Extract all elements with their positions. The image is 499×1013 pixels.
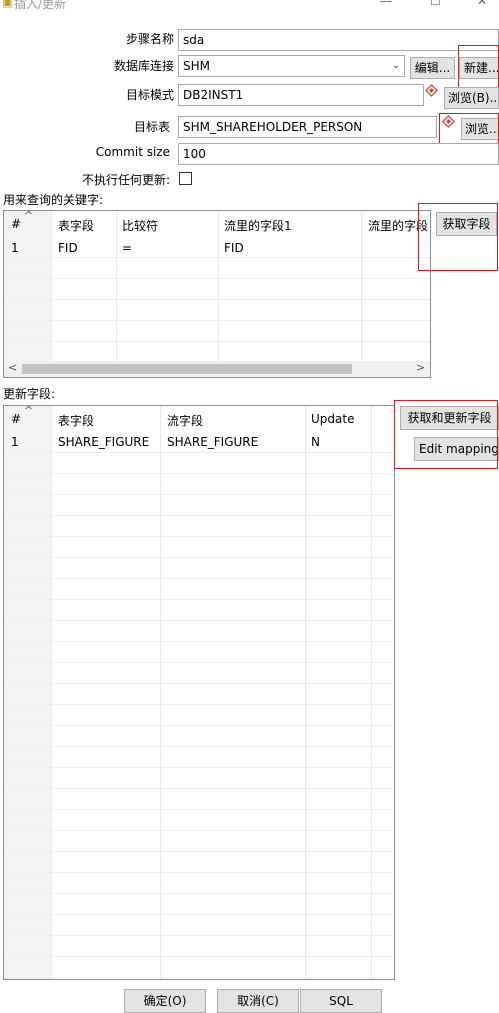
row-separator xyxy=(4,557,394,558)
row-separator xyxy=(4,914,394,915)
row-separator xyxy=(4,956,394,957)
variable-icon xyxy=(442,115,455,128)
no-update-checkbox[interactable] xyxy=(179,172,192,185)
row-separator xyxy=(4,452,394,453)
maximize-icon[interactable]: ☐ xyxy=(430,0,441,8)
row-separator xyxy=(4,725,394,726)
update-col-stream-field[interactable]: 流字段 xyxy=(167,412,203,429)
scrollbar-thumb[interactable] xyxy=(22,364,352,374)
get-fields-button[interactable]: 获取字段 xyxy=(436,212,497,236)
row-separator xyxy=(4,893,394,894)
row-separator xyxy=(4,578,394,579)
row-separator xyxy=(4,851,394,852)
update-section-label: 更新字段: xyxy=(3,387,56,401)
update-cell-stream-field[interactable]: SHARE_FIGURE xyxy=(167,435,258,449)
row-separator xyxy=(4,620,394,621)
row-separator xyxy=(4,872,394,873)
scroll-right-icon[interactable]: > xyxy=(416,361,425,374)
key-fields-table[interactable]: ^ # 表字段 比较符 流里的字段1 流里的字段 1 FID = FID < > xyxy=(3,210,431,378)
step-name-label: 步骤名称 xyxy=(125,32,174,46)
db-connection-value: SHM xyxy=(183,59,210,73)
sort-icon[interactable]: ^ xyxy=(24,406,33,417)
key-col-stream-field1[interactable]: 流里的字段1 xyxy=(224,217,292,234)
row-separator xyxy=(4,704,394,705)
target-table-input[interactable]: SHM_SHAREHOLDER_PERSON xyxy=(178,116,437,138)
key-col-stream-field2[interactable]: 流里的字段 xyxy=(368,217,428,234)
scroll-left-icon[interactable]: < xyxy=(8,361,17,374)
edit-connection-button[interactable]: 编辑... xyxy=(410,57,455,79)
row-separator xyxy=(4,830,394,831)
step-name-input[interactable]: sda xyxy=(178,29,499,51)
target-schema-input[interactable]: DB2INST1 xyxy=(178,84,424,106)
update-col-update[interactable]: Update xyxy=(311,412,354,426)
db-connection-label: 数据库连接 xyxy=(113,59,174,73)
update-col-table-field[interactable]: 表字段 xyxy=(58,412,94,429)
update-col-num[interactable]: # xyxy=(11,412,21,426)
row-separator xyxy=(4,977,394,978)
browse-table-button[interactable]: 浏览... xyxy=(461,118,499,140)
target-schema-label: 目标模式 xyxy=(125,88,174,102)
row-separator xyxy=(4,935,394,936)
chevron-down-icon[interactable]: ⌄ xyxy=(392,56,400,76)
commit-size-label: Commit size xyxy=(95,145,170,159)
new-connection-button[interactable]: 新建... xyxy=(459,57,499,79)
edit-mapping-button[interactable]: Edit mapping xyxy=(414,437,499,461)
key-cell-num: 1 xyxy=(11,241,19,255)
key-cell-table-field[interactable]: FID xyxy=(58,241,78,255)
no-update-label: 不执行任何更新: xyxy=(81,173,170,187)
sort-icon[interactable]: ^ xyxy=(24,211,33,222)
row-separator xyxy=(4,641,394,642)
key-cell-stream-field1[interactable]: FID xyxy=(224,241,244,255)
key-cell-comparator[interactable]: = xyxy=(122,241,132,255)
browse-schema-button[interactable]: 浏览(B)... xyxy=(444,87,499,109)
commit-size-input[interactable]: 100 xyxy=(178,143,499,165)
get-update-fields-button[interactable]: 获取和更新字段 xyxy=(400,406,499,430)
cancel-button[interactable]: 取消(C) xyxy=(217,989,299,1013)
row-separator xyxy=(4,599,394,600)
row-header-column xyxy=(4,211,51,361)
update-fields-table[interactable]: ^ # 表字段 流字段 Update 1 SHARE_FIGURE SHARE_… xyxy=(3,405,395,980)
app-icon: ▣ xyxy=(2,0,14,9)
target-table-label: 目标表 xyxy=(133,120,170,134)
key-section-label: 用来查询的关键字: xyxy=(3,193,104,207)
update-cell-table-field[interactable]: SHARE_FIGURE xyxy=(58,435,149,449)
key-col-comparator[interactable]: 比较符 xyxy=(122,217,158,234)
horizontal-scrollbar[interactable]: < > xyxy=(4,361,430,377)
row-separator xyxy=(4,767,394,768)
key-col-num[interactable]: # xyxy=(11,217,21,231)
row-separator xyxy=(4,536,394,537)
row-separator xyxy=(4,788,394,789)
key-col-table-field[interactable]: 表字段 xyxy=(58,217,94,234)
row-separator xyxy=(4,809,394,810)
row-separator xyxy=(4,746,394,747)
row-separator xyxy=(4,683,394,684)
row-separator xyxy=(4,515,394,516)
variable-icon xyxy=(425,84,438,97)
row-separator xyxy=(4,494,394,495)
update-cell-num: 1 xyxy=(11,435,19,449)
ok-button[interactable]: 确定(O) xyxy=(124,989,206,1013)
window-title: 插入/更新 xyxy=(14,0,67,11)
sql-button[interactable]: SQL xyxy=(300,989,382,1013)
db-connection-select[interactable]: SHM ⌄ xyxy=(178,55,405,77)
row-separator xyxy=(4,662,394,663)
minimize-icon[interactable]: — xyxy=(380,0,392,8)
row-separator xyxy=(4,473,394,474)
update-cell-update[interactable]: N xyxy=(311,435,320,449)
close-icon[interactable]: ✕ xyxy=(477,0,487,8)
title-bar: ▣ 插入/更新 — ☐ ✕ xyxy=(0,0,499,12)
